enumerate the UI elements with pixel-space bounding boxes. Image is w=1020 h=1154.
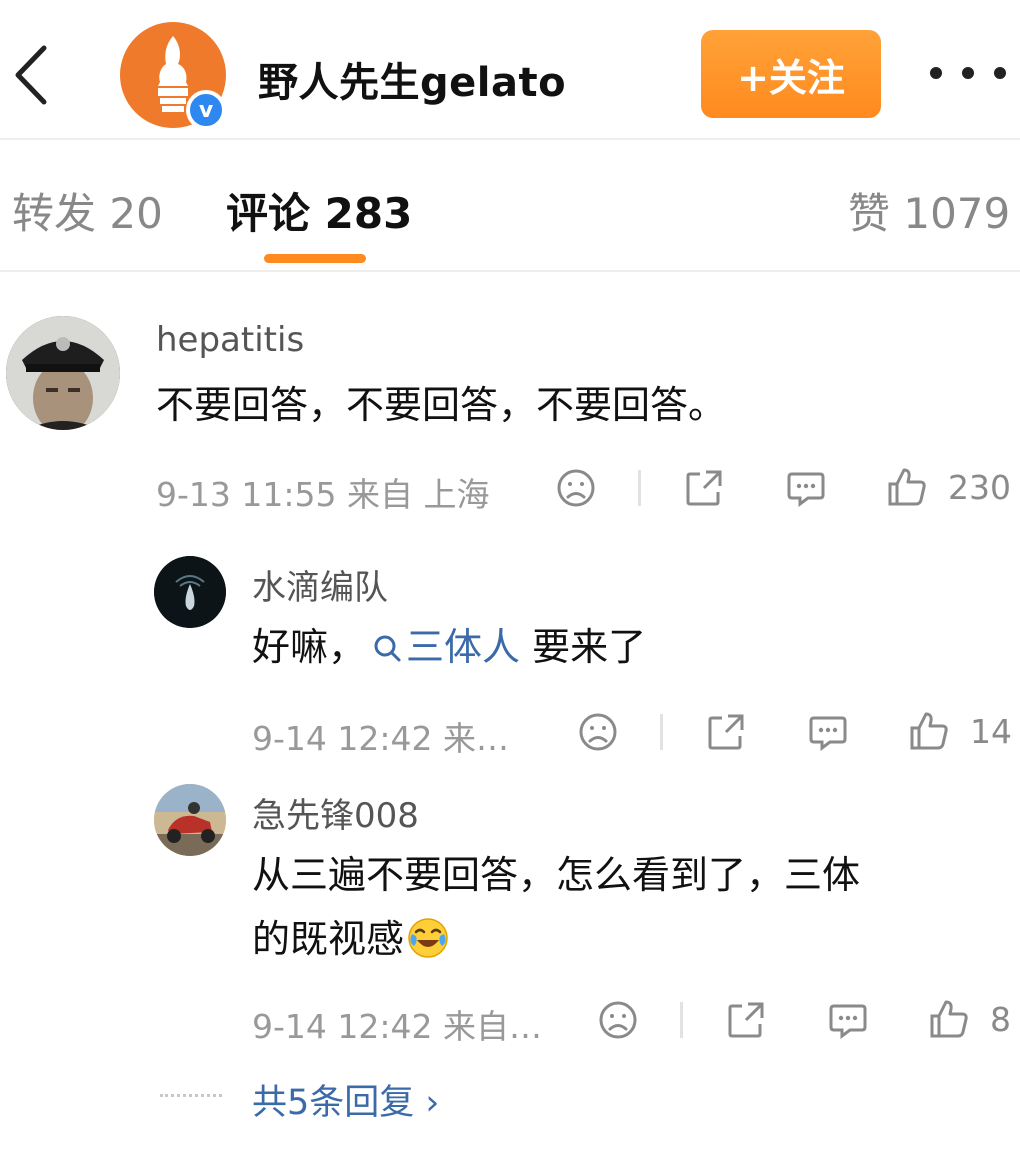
comment-icon[interactable]	[808, 712, 848, 752]
officer-portrait-icon	[6, 316, 120, 430]
comment-username[interactable]: hepatitis	[156, 320, 304, 360]
like-count: 230	[948, 468, 1011, 507]
divider	[638, 470, 641, 506]
comment-icon[interactable]	[828, 1000, 868, 1040]
laughing-cry-emoji	[408, 918, 448, 958]
follow-button[interactable]: +关注	[701, 30, 881, 118]
header-divider	[0, 138, 1020, 140]
active-tab-indicator	[264, 254, 366, 263]
comment-meta: 9-14 12:42 来…	[252, 719, 509, 758]
comment-username[interactable]: 急先锋008	[252, 788, 419, 837]
avatar[interactable]	[154, 556, 226, 628]
share-icon[interactable]	[726, 1000, 766, 1040]
avatar[interactable]	[154, 784, 226, 856]
comment-icon[interactable]	[786, 468, 826, 508]
back-button[interactable]	[8, 42, 54, 108]
back-arrow-icon	[15, 45, 47, 105]
comment-text-line1: 从三遍不要回答，怎么看到了，三体	[252, 853, 861, 897]
comment-text: 不要回答，不要回答，不要回答。	[156, 383, 727, 427]
view-more-replies-link[interactable]: 共5条回复 ›	[252, 1074, 439, 1125]
comment-text-line2: 的既视感	[252, 908, 450, 970]
comment-meta: 9-13 11:55 来自 上海	[156, 475, 490, 514]
like-count: 8	[990, 1000, 1011, 1039]
like-count: 14	[970, 712, 1012, 751]
tab-likes[interactable]: 赞 1079	[848, 180, 1010, 241]
comment-text: 好嘛， 三体人 要来了	[252, 625, 647, 669]
tabs-divider	[0, 270, 1020, 272]
verified-icon: v	[186, 90, 226, 130]
thumbs-up-icon[interactable]	[928, 998, 970, 1040]
search-icon	[374, 635, 401, 662]
tab-reposts[interactable]: 转发 20	[12, 180, 163, 241]
more-icon[interactable]	[930, 58, 1006, 88]
tab-comments[interactable]: 评论 283	[226, 180, 412, 241]
comment-meta: 9-14 12:42 来自…	[252, 1007, 542, 1046]
divider	[680, 1002, 683, 1038]
topic-link[interactable]: 三体人	[366, 625, 520, 669]
water-drop-icon	[154, 556, 226, 628]
thumbs-up-icon[interactable]	[908, 710, 950, 752]
comment-username[interactable]: 水滴编队	[252, 560, 388, 609]
divider	[660, 714, 663, 750]
author-name[interactable]: 野人先生gelato	[258, 50, 566, 108]
avatar[interactable]	[6, 316, 120, 430]
dislike-face-icon[interactable]	[556, 468, 596, 508]
share-icon[interactable]	[684, 468, 724, 508]
dotted-divider	[160, 1094, 222, 1097]
thumbs-up-icon[interactable]	[886, 466, 928, 508]
motorcycle-photo-icon	[154, 784, 226, 856]
dislike-face-icon[interactable]	[598, 1000, 638, 1040]
share-icon[interactable]	[706, 712, 746, 752]
dislike-face-icon[interactable]	[578, 712, 618, 752]
